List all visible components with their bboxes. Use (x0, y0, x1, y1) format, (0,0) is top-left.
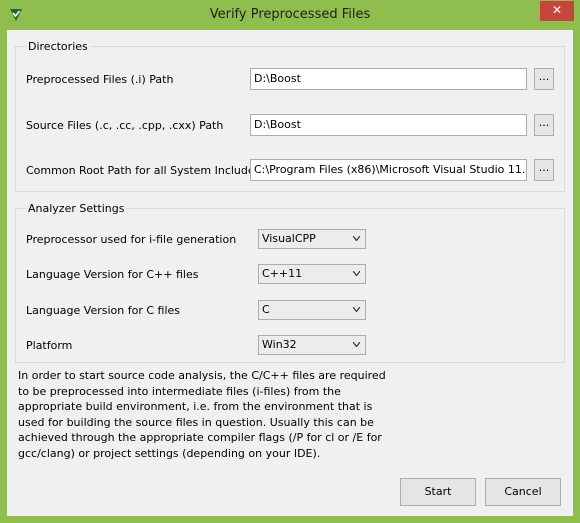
chevron-down-icon (353, 342, 360, 347)
analyzer-settings-group-label: Analyzer Settings (26, 202, 127, 215)
close-icon: ✕ (551, 3, 563, 17)
preprocessed-path-input[interactable]: D:\Boost (250, 68, 527, 90)
cpp-version-select-value: C++11 (262, 267, 303, 280)
chevron-down-icon (353, 271, 360, 276)
source-path-label: Source Files (.c, .cc, .cpp, .cxx) Path (26, 119, 224, 132)
platform-select[interactable]: Win32 (258, 335, 366, 355)
directories-group-label: Directories (26, 40, 90, 53)
preprocessed-path-label: Preprocessed Files (.i) Path (26, 73, 174, 86)
system-includes-browse-button[interactable]: ... (534, 159, 554, 181)
system-includes-input[interactable]: C:\Program Files (x86)\Microsoft Visual … (250, 159, 527, 181)
cpp-version-select[interactable]: C++11 (258, 264, 366, 284)
source-path-browse-button[interactable]: ... (534, 114, 554, 136)
start-button[interactable]: Start (400, 478, 476, 506)
title-bar[interactable]: Verify Preprocessed Files ✕ (0, 0, 580, 30)
cpp-version-label: Language Version for C++ files (26, 268, 199, 281)
preprocessor-label: Preprocessor used for i-file generation (26, 233, 237, 246)
preprocessor-select-value: VisualCPP (262, 232, 316, 245)
window-title: Verify Preprocessed Files (209, 7, 371, 22)
c-version-label: Language Version for C files (26, 304, 181, 317)
source-path-input[interactable]: D:\Boost (250, 114, 527, 136)
cancel-button[interactable]: Cancel (485, 478, 561, 506)
chevron-down-icon (353, 236, 360, 241)
dialog-body: Directories Preprocessed Files (.i) Path… (7, 30, 573, 516)
chevron-down-icon (353, 307, 360, 312)
c-version-select[interactable]: C (258, 300, 366, 320)
c-version-select-value: C (262, 303, 270, 316)
analyzer-settings-group: Analyzer Settings Preprocessor used for … (15, 202, 565, 363)
platform-select-value: Win32 (262, 338, 297, 351)
directories-group: Directories Preprocessed Files (.i) Path… (15, 40, 565, 192)
preprocessed-path-browse-button[interactable]: ... (534, 68, 554, 90)
close-button[interactable]: ✕ (540, 1, 574, 21)
platform-label: Platform (26, 339, 73, 352)
preprocessor-select[interactable]: VisualCPP (258, 229, 366, 249)
dialog-window: Verify Preprocessed Files ✕ Directories … (0, 0, 580, 523)
info-text: In order to start source code analysis, … (18, 369, 386, 460)
system-includes-label: Common Root Path for all System Includes (26, 164, 261, 177)
